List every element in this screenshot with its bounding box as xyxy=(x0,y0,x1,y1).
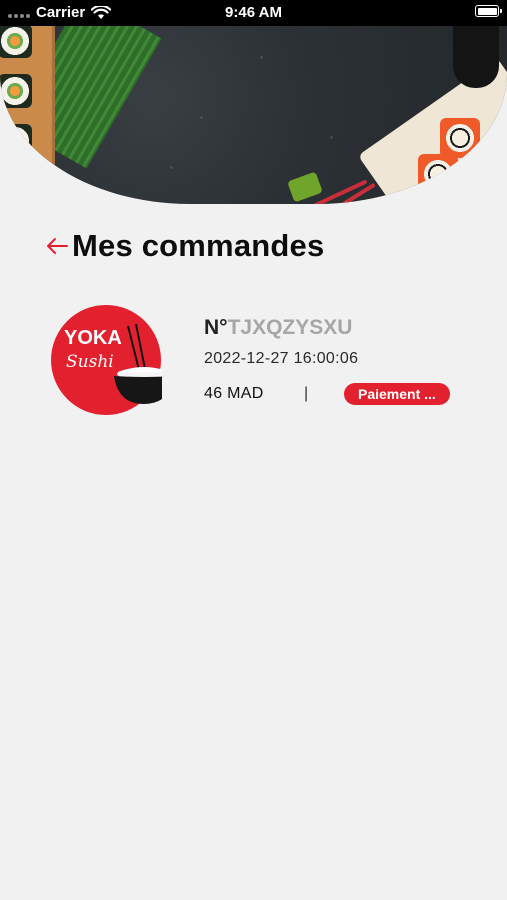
meta-separator: | xyxy=(304,385,309,402)
restaurant-logo: YOKA Sushi xyxy=(51,305,162,415)
wooden-board xyxy=(0,26,55,204)
battery-icon xyxy=(475,5,502,17)
sauce-bowl xyxy=(453,26,499,88)
status-time: 9:46 AM xyxy=(225,4,282,21)
order-number-code: TJXQZYSXU xyxy=(227,316,353,339)
status-bar: Carrier 9:46 AM xyxy=(0,0,507,26)
back-button[interactable] xyxy=(44,229,70,263)
order-number: N°TJXQZYSXU xyxy=(204,316,469,340)
order-list-item[interactable]: YOKA Sushi N°TJXQZYSXU 2022-12-27 16:00:… xyxy=(50,304,470,416)
order-meta: 46 MAD | Paiement ... xyxy=(204,383,469,405)
arrow-left-icon xyxy=(47,238,68,254)
page-title: Mes commandes xyxy=(72,228,325,263)
page-header: Mes commandes xyxy=(44,228,324,264)
wasabi xyxy=(287,171,323,203)
logo-text-sushi: Sushi xyxy=(66,352,114,372)
order-number-prefix: N° xyxy=(204,316,228,339)
status-right xyxy=(475,5,502,17)
logo-text-yoka: YOKA xyxy=(64,327,122,349)
payment-status-badge: Paiement ... xyxy=(344,383,450,405)
order-info: N°TJXQZYSXU 2022-12-27 16:00:06 46 MAD |… xyxy=(204,316,469,405)
hero-banner-image xyxy=(0,26,507,204)
order-date: 2022-12-27 16:00:06 xyxy=(204,350,359,367)
order-price: 46 MAD xyxy=(204,385,264,402)
